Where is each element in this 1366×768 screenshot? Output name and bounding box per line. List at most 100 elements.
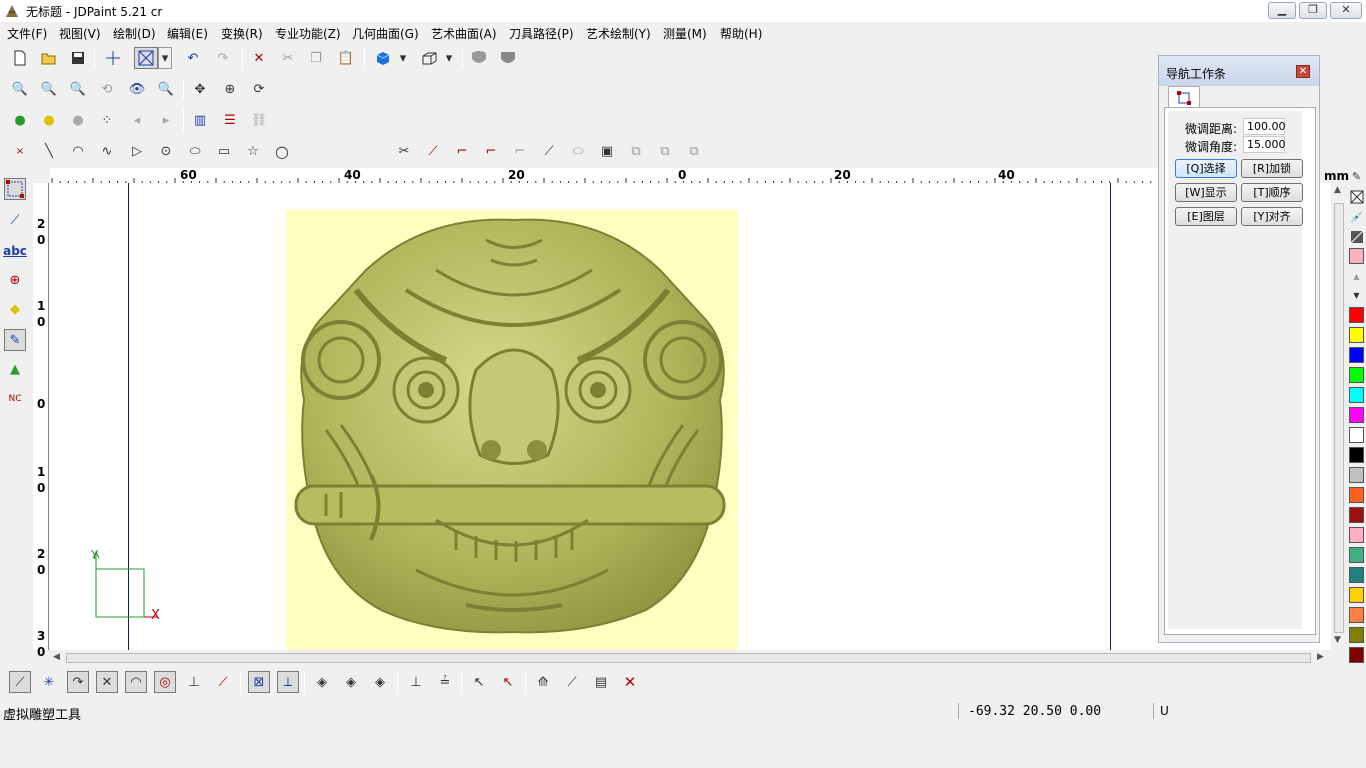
align-stack-icon[interactable]: ≟ [434, 671, 456, 693]
horizontal-scrollbar[interactable]: ◀ ▶ [50, 650, 1331, 666]
chamfer-icon[interactable]: ⌐ [480, 140, 502, 162]
color-swatch[interactable] [1349, 327, 1364, 343]
measure-1-icon[interactable]: ⟰ [532, 671, 554, 693]
arrow-right-icon[interactable]: ▸ [155, 109, 177, 131]
layers-icon[interactable]: ▥ [189, 109, 211, 131]
offset-icon[interactable]: ▣ [596, 140, 618, 162]
scroll-right-arrow-icon[interactable]: ▶ [1317, 652, 1324, 662]
gradient-icon[interactable] [1347, 228, 1366, 246]
color-swatch[interactable] [1349, 627, 1364, 643]
palette-dots-icon[interactable]: ⁘ [96, 109, 118, 131]
menu-pro-functions[interactable]: 专业功能(Z) [275, 25, 341, 42]
undo-icon[interactable]: ↶ [182, 47, 204, 69]
paste-icon[interactable]: 📋 [335, 47, 357, 69]
pen-icon[interactable]: ✎ [1347, 168, 1366, 184]
delete-icon[interactable]: ✕ [248, 47, 270, 69]
node-edit-icon[interactable]: ⟋ [4, 209, 26, 231]
panel-close-icon[interactable]: ✕ [1296, 65, 1310, 78]
layer-mode-button[interactable]: [E]图层 [1175, 207, 1237, 226]
dropdown-arrow-icon[interactable]: ▾ [442, 47, 456, 69]
light-bulb-icon[interactable]: ● [38, 109, 60, 131]
crosshair-icon[interactable] [102, 47, 124, 69]
zoom-window-icon[interactable]: 🔍 [9, 78, 31, 100]
color-swatch[interactable] [1349, 467, 1364, 483]
extend-icon[interactable]: ⟋ [422, 140, 444, 162]
transform-tool-icon[interactable]: ⊕ [4, 269, 26, 291]
menu-transform[interactable]: 变换(R) [221, 25, 263, 42]
snap-center-icon[interactable]: ◎ [154, 671, 176, 693]
save-icon[interactable] [67, 47, 89, 69]
sculpt-mask-icon[interactable] [468, 47, 490, 69]
diamond-snap-1-icon[interactable]: ◈ [311, 671, 333, 693]
virtual-sculpt-icon[interactable]: ✎ [4, 329, 26, 351]
zoom-out-icon[interactable]: 🔍 [38, 78, 60, 100]
dropdown-arrow-icon[interactable]: ▾ [396, 47, 410, 69]
line-icon[interactable]: ╲ [38, 140, 60, 162]
snap-intersection-icon[interactable]: ✕ [96, 671, 118, 693]
zoom-realtime-icon[interactable]: ⊕ [219, 78, 241, 100]
eyedropper-icon[interactable]: 💉 [1347, 208, 1366, 226]
diamond-snap-3-icon[interactable]: ◈ [369, 671, 391, 693]
new-file-icon[interactable] [9, 47, 31, 69]
light-off-icon[interactable]: ● [67, 109, 89, 131]
menu-geometry-surface[interactable]: 几何曲面(G) [352, 25, 419, 42]
color-swatch[interactable] [1349, 347, 1364, 363]
palette-up-arrow-icon[interactable]: ▲ [1347, 268, 1366, 284]
spline-icon[interactable]: ∿ [96, 140, 118, 162]
wireframe-cube-icon[interactable] [418, 47, 440, 69]
color-swatch[interactable] [1349, 407, 1364, 423]
scroll-up-arrow-icon[interactable]: ▲ [1334, 185, 1341, 195]
break-icon[interactable]: ⟋ [538, 140, 560, 162]
menu-help[interactable]: 帮助(H) [720, 25, 762, 42]
color-swatch[interactable] [1349, 387, 1364, 403]
snap-perpendicular-icon[interactable]: ⊥ [183, 671, 205, 693]
color-swatch[interactable] [1349, 507, 1364, 523]
menu-measure[interactable]: 测量(M) [663, 25, 707, 42]
color-swatch[interactable] [1349, 567, 1364, 583]
arc-icon[interactable]: ◠ [67, 140, 89, 162]
redo-icon[interactable]: ↷ [212, 47, 234, 69]
arrow-left-icon[interactable]: ◂ [126, 109, 148, 131]
zoom-previous-icon[interactable]: ⟲ [96, 78, 118, 100]
surface-tool-icon[interactable]: ▲ [4, 358, 26, 380]
point-icon[interactable]: × [9, 140, 31, 162]
scroll-thumb[interactable] [1334, 203, 1344, 633]
snap-axis-icon[interactable]: ⟂ [277, 671, 299, 693]
fillet-icon[interactable]: ⌐ [451, 140, 473, 162]
open-folder-icon[interactable] [38, 47, 60, 69]
circle-center-icon[interactable]: ⊙ [155, 140, 177, 162]
split-icon[interactable]: ⧉ [654, 140, 676, 162]
select-tool-icon[interactable] [4, 178, 26, 200]
panel-tab-select[interactable] [1168, 86, 1200, 108]
diamond-snap-2-icon[interactable]: ◈ [340, 671, 362, 693]
palette-down-arrow-icon[interactable]: ▼ [1347, 287, 1366, 303]
display-mode-button[interactable]: [W]显示 [1175, 183, 1237, 202]
no-color-icon[interactable] [1347, 188, 1366, 206]
diamond-tool-icon[interactable]: ◆ [4, 298, 26, 320]
rectangle-icon[interactable]: ▭ [213, 140, 235, 162]
measure-3-icon[interactable]: ▤ [590, 671, 612, 693]
lock-mode-button[interactable]: [R]加锁 [1241, 159, 1303, 178]
dropdown-arrow-icon[interactable]: ▾ [158, 47, 172, 69]
rotate-view-icon[interactable]: ⟳ [248, 78, 270, 100]
snap-midpoint-icon[interactable]: ✳ [38, 671, 60, 693]
zoom-all-icon[interactable]: 🔍 [155, 78, 177, 100]
slot-icon[interactable]: ⬭ [567, 140, 589, 162]
color-swatch[interactable] [1349, 307, 1364, 323]
color-swatch[interactable] [1349, 367, 1364, 383]
color-swatch[interactable] [1349, 647, 1364, 663]
current-color-swatch[interactable] [1349, 248, 1364, 264]
color-swatch[interactable] [1349, 487, 1364, 503]
pan-icon[interactable]: ✥ [189, 78, 211, 100]
color-swatch[interactable] [1349, 427, 1364, 443]
select-remove-icon[interactable]: ↖ [497, 671, 519, 693]
text-tool-icon[interactable]: abc [3, 240, 27, 262]
sculpt-shield-icon[interactable] [497, 47, 519, 69]
menu-art-drawing[interactable]: 艺术绘制(Y) [586, 25, 651, 42]
menu-draw[interactable]: 绘制(D) [113, 25, 156, 42]
minimize-button[interactable]: ▁ [1268, 2, 1296, 19]
color-swatch[interactable] [1349, 607, 1364, 623]
align-mode-button[interactable]: [Y]对齐 [1241, 207, 1303, 226]
color-swatch[interactable] [1349, 527, 1364, 543]
menu-art-surface[interactable]: 艺术曲面(A) [431, 25, 497, 42]
